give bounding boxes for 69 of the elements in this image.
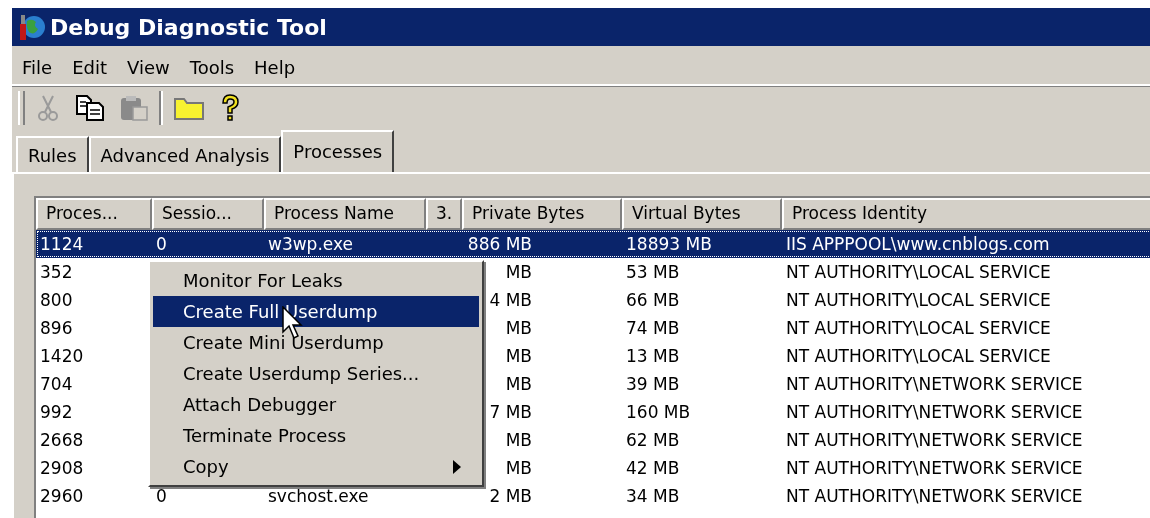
column-header[interactable]: 3. <box>426 198 462 230</box>
table-cell: IIS APPPOOL\www.cnblogs.com <box>786 234 1050 254</box>
table-cell: 2 MB <box>489 486 532 506</box>
context-menu-item[interactable]: Monitor For Leaks <box>153 265 479 296</box>
table-cell: svchost.exe <box>268 486 369 506</box>
table-cell: 34 MB <box>626 486 680 506</box>
table-cell: 53 MB <box>626 262 680 282</box>
table-cell: NT AUTHORITY\LOCAL SERVICE <box>786 346 1051 366</box>
table-cell: NT AUTHORITY\NETWORK SERVICE <box>786 486 1083 506</box>
table-cell: MB <box>505 262 532 282</box>
column-header[interactable]: Virtual Bytes <box>622 198 782 230</box>
table-cell: MB <box>505 374 532 394</box>
context-menu-item[interactable]: Attach Debugger <box>153 389 479 420</box>
context-menu-item[interactable]: Create Userdump Series... <box>153 358 479 389</box>
toolbar-handle[interactable] <box>18 91 25 125</box>
column-header[interactable]: Process Name <box>264 198 426 230</box>
table-cell: 992 <box>40 402 73 422</box>
table-cell: 800 <box>40 290 73 310</box>
context-menu-item[interactable]: Copy <box>153 451 479 482</box>
table-cell: NT AUTHORITY\NETWORK SERVICE <box>786 458 1083 478</box>
tab[interactable]: Processes <box>281 130 395 172</box>
table-cell: NT AUTHORITY\LOCAL SERVICE <box>786 290 1051 310</box>
column-header[interactable]: Private Bytes <box>462 198 622 230</box>
table-cell: w3wp.exe <box>268 234 353 254</box>
table-cell: 886 MB <box>467 234 532 254</box>
table-cell: 704 <box>40 374 73 394</box>
menu-item[interactable]: Help <box>244 56 306 78</box>
table-cell: 1124 <box>40 234 84 254</box>
column-header[interactable]: Proces... <box>36 198 152 230</box>
column-header[interactable]: Sessio... <box>152 198 264 230</box>
table-cell: MB <box>505 458 532 478</box>
table-cell: 1420 <box>40 346 84 366</box>
table-cell: 62 MB <box>626 430 680 450</box>
context-menu-item[interactable]: Create Mini Userdump <box>153 327 479 358</box>
table-cell: 42 MB <box>626 458 680 478</box>
selected-row-highlight[interactable]: 1124 0 w3wp.exe 886 MB 18893 MB IIS APPPOOL\www.cnblogs.com <box>36 230 1150 258</box>
table-cell: 896 <box>40 318 73 338</box>
table-cell: 13 MB <box>626 346 680 366</box>
table-cell: 4 MB <box>489 290 532 310</box>
table-cell: 18893 MB <box>626 234 712 254</box>
tab[interactable]: Advanced Analysis <box>88 136 282 172</box>
table-cell: NT AUTHORITY\NETWORK SERVICE <box>786 402 1083 422</box>
table-cell: 352 <box>40 262 73 282</box>
table-cell: 0 <box>156 486 167 506</box>
table-cell: 160 MB <box>626 402 691 422</box>
table-cell: 2960 <box>40 486 84 506</box>
context-menu-item[interactable]: Create Full Userdump <box>153 296 479 327</box>
window-title: Debug Diagnostic Tool <box>50 14 327 40</box>
menu-item[interactable]: File <box>12 56 63 78</box>
table-cell: MB <box>505 346 532 366</box>
table-cell: 2668 <box>40 430 84 450</box>
table-cell: 0 <box>156 234 167 254</box>
table-cell: NT AUTHORITY\LOCAL SERVICE <box>786 262 1051 282</box>
context-menu-item[interactable]: Terminate Process <box>153 420 479 451</box>
table-cell: NT AUTHORITY\LOCAL SERVICE <box>786 318 1051 338</box>
menu-item[interactable]: Tools <box>179 56 245 78</box>
table-cell: 39 MB <box>626 374 680 394</box>
table-cell: 74 MB <box>626 318 680 338</box>
table-cell: NT AUTHORITY\NETWORK SERVICE <box>786 430 1083 450</box>
table-cell: NT AUTHORITY\NETWORK SERVICE <box>786 374 1083 394</box>
menu-item[interactable]: Edit <box>62 56 117 78</box>
table-cell: 7 MB <box>489 402 532 422</box>
table-cell: MB <box>505 318 532 338</box>
column-header[interactable]: Process Identity <box>782 198 1150 230</box>
table-cell: 2908 <box>40 458 84 478</box>
tab[interactable]: Rules <box>16 136 89 172</box>
table-cell: 66 MB <box>626 290 680 310</box>
table-cell: MB <box>505 430 532 450</box>
menu-item[interactable]: View <box>117 56 180 78</box>
